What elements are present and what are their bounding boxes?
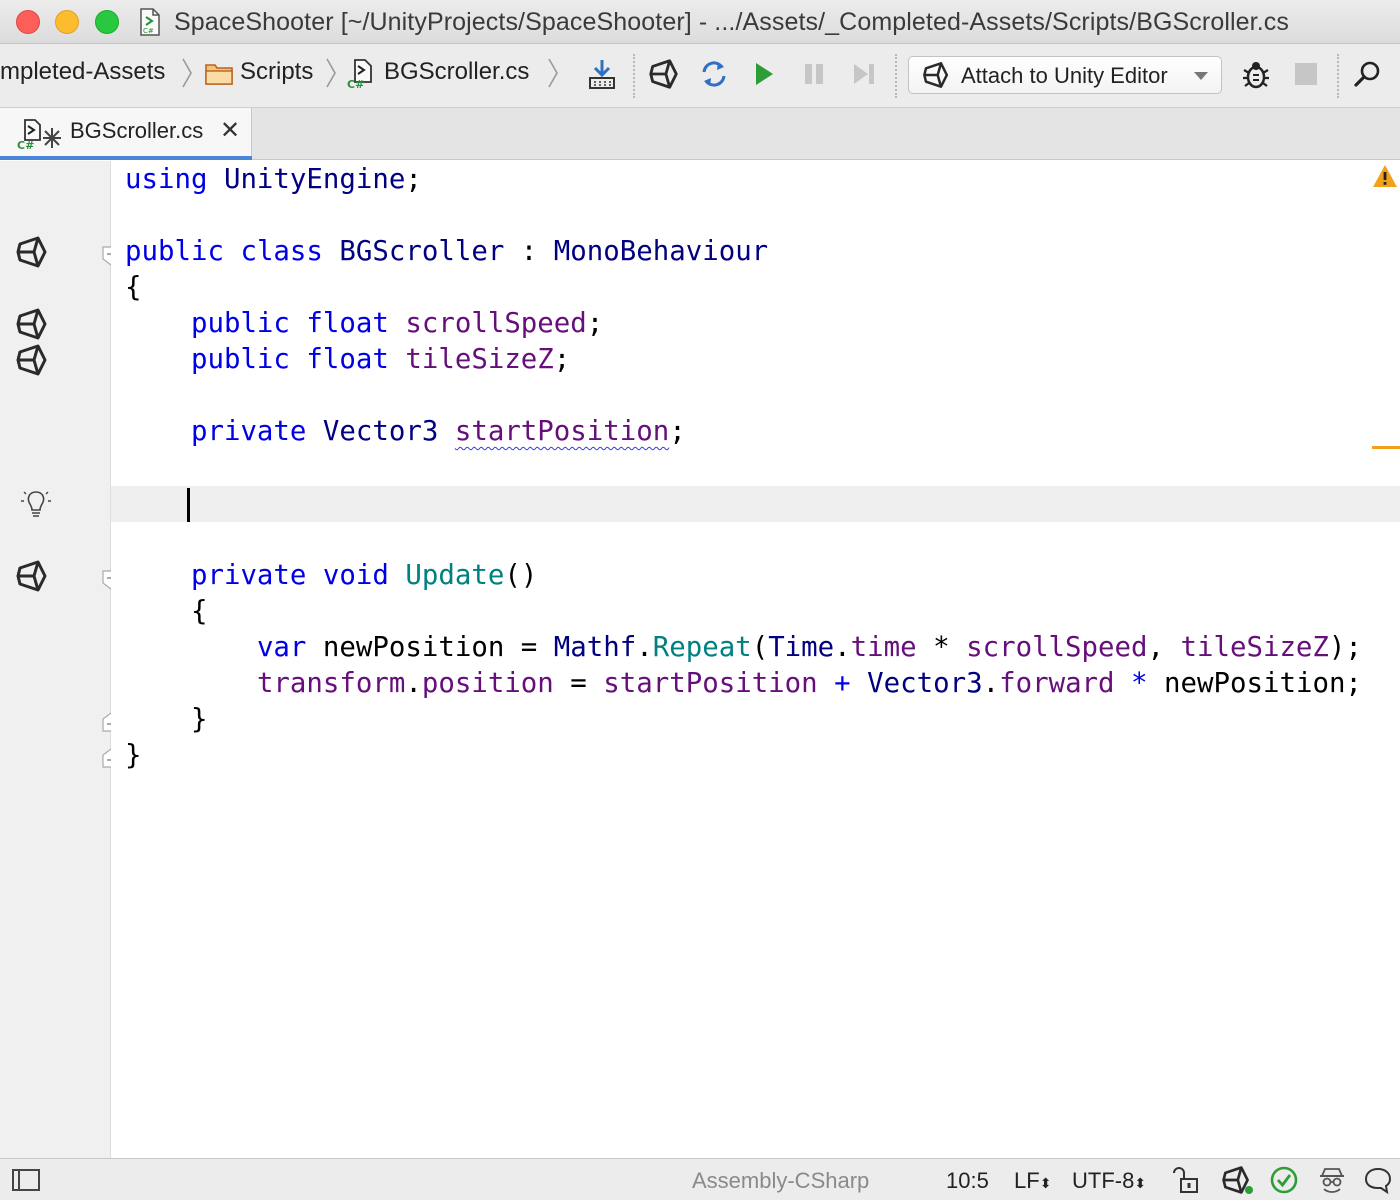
code-line[interactable]: } (125, 738, 142, 774)
code-line[interactable]: { (125, 270, 142, 306)
project-context[interactable]: Assembly-CSharp (692, 1168, 869, 1194)
csharp-pinned-file-icon: C# (17, 119, 61, 152)
unity-icon[interactable] (646, 56, 682, 92)
editor-gutter (0, 161, 111, 1158)
search-icon[interactable] (1350, 56, 1386, 92)
code-line[interactable]: private void Update() (125, 558, 537, 594)
window-close-button[interactable] (16, 10, 40, 34)
run-configuration-select[interactable]: Attach to Unity Editor (908, 56, 1222, 94)
lightbulb-icon[interactable] (18, 486, 54, 522)
csharp-file-icon: C# (347, 59, 372, 90)
code-line[interactable] (125, 486, 191, 522)
code-line[interactable]: public float tileSizeZ; (125, 342, 570, 378)
refresh-icon[interactable] (696, 56, 732, 92)
tab-label: BGScroller.cs (70, 118, 204, 143)
chevron-down-icon (1194, 72, 1208, 80)
check-circle-icon[interactable] (1268, 1164, 1300, 1196)
unity-icon[interactable] (14, 306, 50, 342)
breadcrumb-item-completed-assets[interactable]: mpleted-Assets (0, 58, 165, 86)
download-icon[interactable] (584, 56, 620, 92)
toolbar-divider (633, 54, 635, 98)
panel-toggle-icon[interactable] (10, 1164, 42, 1196)
code-line[interactable]: { (125, 594, 208, 630)
unity-icon[interactable] (14, 234, 50, 270)
title-bar: C# SpaceShooter [~/UnityProjects/SpaceSh… (0, 0, 1400, 44)
toolbar-divider (1337, 54, 1339, 98)
navigation-toolbar: mpleted-Assets Scripts C# BGScroller.cs (0, 44, 1400, 108)
breadcrumb-separator-icon (182, 58, 192, 88)
code-line[interactable]: public float scrollSpeed; (125, 306, 603, 342)
connection-status-dot (1245, 1186, 1253, 1194)
encoding-select[interactable]: UTF-8⬍ (1072, 1168, 1146, 1194)
line-ending-select[interactable]: LF⬍ (1014, 1168, 1051, 1194)
code-line[interactable]: using UnityEngine; (125, 162, 422, 198)
pause-icon[interactable] (796, 56, 832, 92)
updown-icon: ⬍ (1039, 1175, 1052, 1191)
breadcrumb-item-file[interactable]: BGScroller.cs (384, 58, 529, 86)
inspector-icon[interactable] (1316, 1164, 1348, 1196)
code-line[interactable]: transform.position = startPosition + Vec… (125, 666, 1362, 702)
tab-bgscroller[interactable]: C# BGScroller.cs ✕ (0, 108, 252, 160)
step-icon[interactable] (846, 56, 882, 92)
warning-icon[interactable] (1372, 164, 1398, 188)
chat-icon[interactable] (1362, 1164, 1394, 1196)
stop-icon[interactable] (1288, 56, 1324, 92)
lock-open-icon[interactable] (1172, 1164, 1204, 1196)
csharp-file-icon: C# (140, 8, 160, 36)
run-configuration-label: Attach to Unity Editor (961, 63, 1168, 88)
window-maximize-button[interactable] (95, 10, 119, 34)
line-ending-value: LF (1014, 1168, 1040, 1193)
breadcrumb-separator-icon (548, 58, 558, 88)
code-line[interactable]: } (125, 702, 208, 738)
window-title: SpaceShooter [~/UnityProjects/SpaceShoot… (174, 8, 1289, 36)
code-line[interactable]: public class BGScroller : MonoBehaviour (125, 234, 768, 270)
status-bar: Assembly-CSharp 10:5 LF⬍ UTF-8⬍ (0, 1158, 1400, 1200)
breadcrumb-separator-icon (326, 58, 336, 88)
svg-text:C#: C# (17, 139, 34, 152)
breadcrumb-item-scripts[interactable]: Scripts (240, 58, 313, 86)
folder-icon (205, 64, 233, 85)
window-minimize-button[interactable] (55, 10, 79, 34)
unity-icon[interactable] (14, 558, 50, 594)
warning-stripe-marker[interactable] (1372, 446, 1400, 449)
svg-text:C#: C# (347, 78, 364, 90)
code-line[interactable]: var newPosition = Mathf.Repeat(Time.time… (125, 630, 1362, 666)
unity-icon[interactable] (14, 342, 50, 378)
code-editor[interactable]: using UnityEngine; public class BGScroll… (111, 161, 1400, 1158)
run-icon[interactable] (746, 56, 782, 92)
updown-icon: ⬍ (1134, 1175, 1147, 1191)
code-line[interactable]: private Vector3 startPosition; (125, 414, 686, 450)
encoding-value: UTF-8 (1072, 1168, 1135, 1193)
close-icon[interactable]: ✕ (218, 116, 242, 146)
editor-tab-bar: C# BGScroller.cs ✕ (0, 108, 1400, 160)
caret-position[interactable]: 10:5 (946, 1168, 989, 1194)
unity-icon (921, 60, 951, 90)
svg-text:C#: C# (143, 27, 154, 35)
debug-icon[interactable] (1238, 56, 1274, 92)
current-line-highlight (111, 486, 1400, 522)
toolbar-divider (895, 54, 897, 98)
active-tab-indicator (0, 156, 252, 160)
